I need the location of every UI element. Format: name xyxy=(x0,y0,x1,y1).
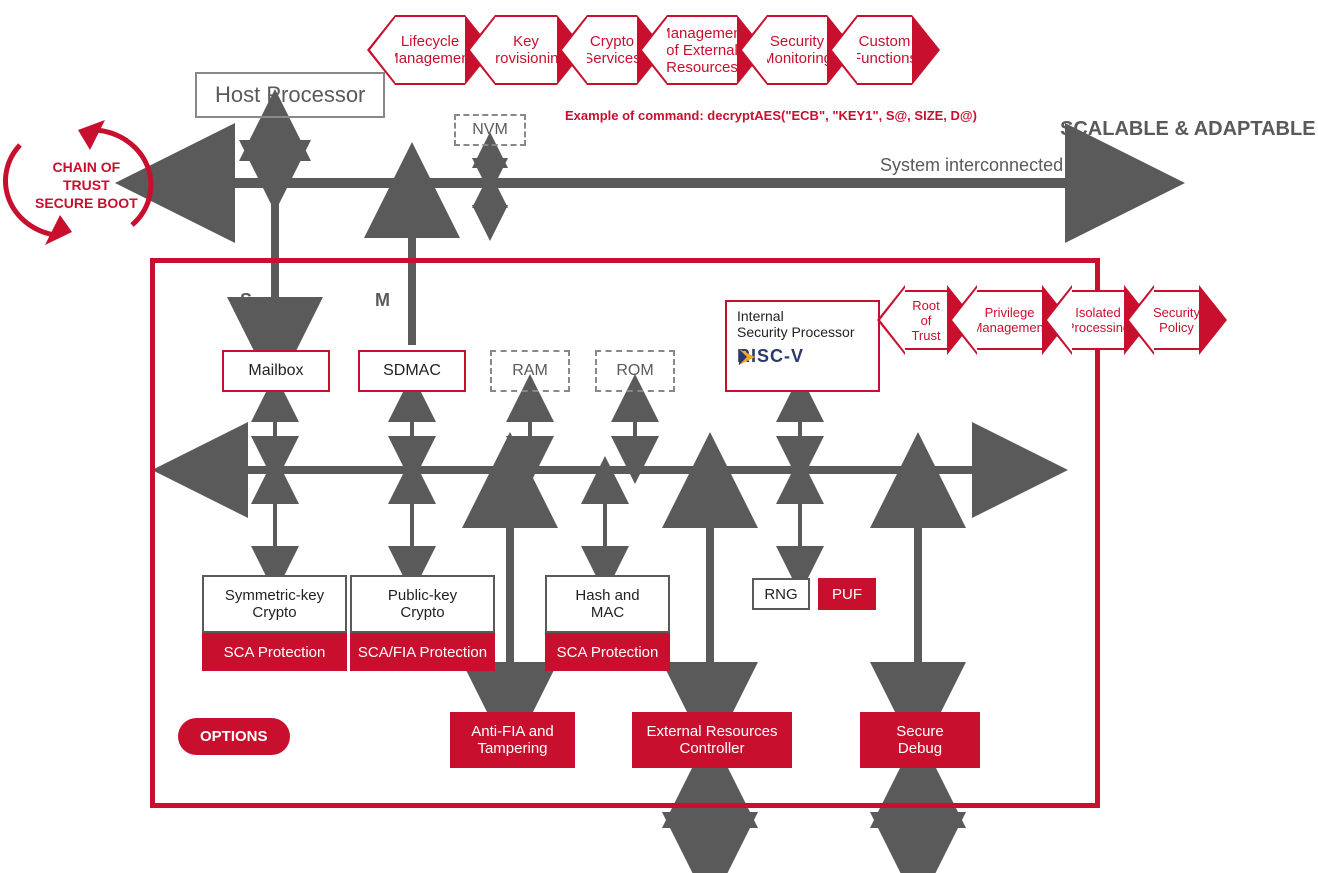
nvm-label: NVM xyxy=(472,121,508,139)
hex-label: Security Policy xyxy=(1153,305,1200,335)
hex-security-policy: Security Policy xyxy=(1154,290,1199,350)
mailbox-label: Mailbox xyxy=(248,362,303,380)
hex-security-monitoring: Security Monitoring xyxy=(767,15,827,85)
hex-privilege-mgmt: Privilege Management xyxy=(977,290,1042,350)
chain-trust-line: SECURE BOOT xyxy=(35,194,138,212)
chain-trust-line: TRUST xyxy=(35,176,138,194)
rom-label: ROM xyxy=(616,362,653,380)
rng-box: RNG xyxy=(752,578,810,610)
hex-key-provisioning: Key Provisioning xyxy=(495,15,557,85)
hash-mac-block: Hash and MAC SCA Protection xyxy=(545,575,670,671)
hex-label: Security Monitoring xyxy=(762,33,832,67)
nvm-box: NVM xyxy=(454,114,526,146)
side-hexagon-row: Root of Trust Privilege Management Isola… xyxy=(905,290,1229,350)
hex-label: Root of Trust xyxy=(911,298,940,343)
symmetric-crypto-title: Symmetric-key Crypto xyxy=(202,575,347,633)
sdmac-box: SDMAC xyxy=(358,350,466,392)
chain-of-trust-label: CHAIN OF TRUST SECURE BOOT xyxy=(35,158,138,213)
hex-isolated-processing: Isolated Processing xyxy=(1072,290,1124,350)
options-pill: OPTIONS xyxy=(178,718,290,755)
sdmac-label: SDMAC xyxy=(383,362,441,380)
options-label: OPTIONS xyxy=(200,728,268,745)
isp-line2: Security Processor xyxy=(737,324,854,340)
secure-debug-box: Secure Debug xyxy=(860,712,980,768)
hex-label: Isolated Processing xyxy=(1066,305,1130,335)
hex-custom-functions: Custom Functions xyxy=(857,15,912,85)
hex-ext-resources: Management of External Resources xyxy=(667,15,737,85)
example-command: Example of command: decryptAES("ECB", "K… xyxy=(565,108,977,123)
host-processor-label: Host Processor xyxy=(215,82,365,107)
internal-security-processor-box: Internal Security Processor RISC-V xyxy=(725,300,880,392)
ram-label: RAM xyxy=(512,362,548,380)
rom-box: ROM xyxy=(595,350,675,392)
symmetric-crypto-block: Symmetric-key Crypto SCA Protection xyxy=(202,575,347,671)
chain-trust-line: CHAIN OF xyxy=(35,158,138,176)
puf-label: PUF xyxy=(832,586,862,603)
public-crypto-title: Public-key Crypto xyxy=(350,575,495,633)
rng-label: RNG xyxy=(764,586,797,603)
riscv-icon xyxy=(737,347,757,367)
s-label: S xyxy=(240,290,252,311)
puf-box: PUF xyxy=(818,578,876,610)
hex-crypto-services: Crypto Services xyxy=(587,15,637,85)
hash-mac-title: Hash and MAC xyxy=(545,575,670,633)
host-processor-box: Host Processor xyxy=(195,72,385,118)
hash-mac-prot: SCA Protection xyxy=(545,633,670,671)
public-crypto-prot: SCA/FIA Protection xyxy=(350,633,495,671)
top-hexagon-row: Lifecycle Management Key Provisioning Cr… xyxy=(395,15,942,85)
anti-fia-box: Anti-FIA and Tampering xyxy=(450,712,575,768)
hex-label: Custom Functions xyxy=(852,33,917,67)
public-crypto-block: Public-key Crypto SCA/FIA Protection xyxy=(350,575,495,671)
hex-label: Lifecycle Management xyxy=(386,33,474,67)
hex-label: Privilege Management xyxy=(972,305,1048,335)
mailbox-box: Mailbox xyxy=(222,350,330,392)
hex-label: Key Provisioning xyxy=(485,33,567,67)
isp-line1: Internal xyxy=(737,308,784,324)
symmetric-crypto-prot: SCA Protection xyxy=(202,633,347,671)
hex-lifecycle: Lifecycle Management xyxy=(395,15,465,85)
hex-label: Crypto Services xyxy=(583,33,641,67)
m-label: M xyxy=(375,290,390,311)
system-interconnected-label: System interconnected xyxy=(880,155,1063,176)
ram-box: RAM xyxy=(490,350,570,392)
hex-root-trust: Root of Trust xyxy=(905,290,947,350)
ext-resources-controller-box: External Resources Controller xyxy=(632,712,792,768)
riscv-logo: RISC-V xyxy=(737,346,804,367)
scalable-adaptable-label: SCALABLE & ADAPTABLE xyxy=(1060,118,1316,141)
hex-label: Management of External Resources xyxy=(658,25,746,76)
